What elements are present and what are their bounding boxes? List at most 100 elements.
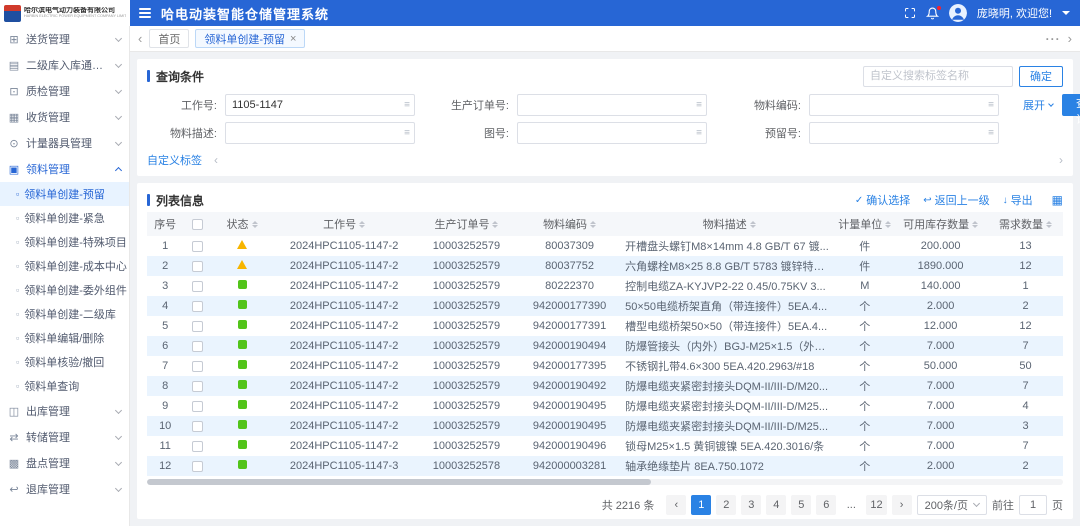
column-header[interactable]: 状态 — [212, 212, 273, 236]
sidebar-subitem[interactable]: ▫领料单创建-紧急 — [0, 206, 129, 230]
sort-icon[interactable] — [359, 221, 365, 228]
sidebar-item[interactable]: ⊡质检管理 — [0, 78, 129, 104]
material-desc-input[interactable] — [225, 122, 415, 144]
row-checkbox[interactable] — [192, 421, 203, 432]
row-checkbox[interactable] — [192, 441, 203, 452]
custom-tag-name-input[interactable] — [863, 66, 1013, 87]
sort-icon[interactable] — [750, 221, 756, 228]
filter-icon[interactable]: ≡ — [696, 128, 702, 139]
filter-icon[interactable]: ≡ — [696, 100, 702, 111]
row-checkbox[interactable] — [192, 401, 203, 412]
tabs-scroll-right-icon[interactable]: › — [1068, 32, 1072, 45]
row-checkbox[interactable] — [192, 321, 203, 332]
prev-page-icon[interactable]: ‹ — [666, 495, 686, 515]
page-button[interactable]: 12 — [866, 495, 886, 515]
close-tab-icon[interactable]: × — [290, 33, 296, 45]
avatar[interactable] — [949, 4, 967, 22]
filter-icon[interactable]: ≡ — [988, 100, 994, 111]
sidebar-subitem[interactable]: ▫领料单创建-预留 — [0, 182, 129, 206]
sort-icon[interactable] — [492, 221, 498, 228]
row-checkbox[interactable] — [192, 281, 203, 292]
page-button[interactable]: 3 — [741, 495, 761, 515]
sidebar-item[interactable]: ▩盘点管理 — [0, 450, 129, 476]
next-page-icon[interactable]: › — [892, 495, 912, 515]
column-header[interactable]: 可用库存数量 — [893, 212, 988, 236]
sort-icon[interactable] — [1046, 221, 1052, 228]
filter-icon[interactable]: ≡ — [988, 128, 994, 139]
tags-scroll-left-icon[interactable]: ‹ — [214, 154, 218, 166]
sort-icon[interactable] — [252, 221, 258, 228]
sidebar-subitem[interactable]: ▫领料单创建-成本中心 — [0, 254, 129, 278]
column-header[interactable]: 需求数量 — [988, 212, 1063, 236]
fullscreen-icon[interactable] — [904, 7, 916, 19]
row-checkbox[interactable] — [192, 381, 203, 392]
drawing-no-input[interactable] — [517, 122, 707, 144]
row-checkbox[interactable] — [192, 361, 203, 372]
row-checkbox[interactable] — [192, 261, 203, 272]
confirm-button[interactable]: 确定 — [1019, 66, 1063, 87]
row-checkbox[interactable] — [192, 241, 203, 252]
table-row: 72024HPC1105-1147-2100032525799420001773… — [147, 356, 1063, 376]
column-header[interactable]: 物料编码 — [517, 212, 622, 236]
doc-icon: ▫ — [16, 309, 19, 319]
sort-icon[interactable] — [885, 221, 891, 228]
tab[interactable]: 领料单创建-预留× — [195, 29, 305, 48]
select-all-checkbox[interactable] — [192, 219, 203, 230]
tags-scroll-right-icon[interactable]: › — [1059, 154, 1063, 166]
sidebar-collapse-icon[interactable] — [139, 8, 151, 18]
sidebar-item[interactable]: ▣领料管理 — [0, 156, 129, 182]
page-button[interactable]: 5 — [791, 495, 811, 515]
row-checkbox[interactable] — [192, 341, 203, 352]
row-checkbox[interactable] — [192, 461, 203, 472]
column-header[interactable]: 物料描述 — [622, 212, 836, 236]
notification-bell-icon[interactable] — [926, 7, 939, 20]
user-menu-chevron-down-icon[interactable] — [1062, 11, 1070, 19]
sort-icon[interactable] — [972, 221, 978, 228]
confirm-select-button[interactable]: ✓确认选择 — [855, 192, 910, 208]
sidebar-item[interactable]: ⇄转储管理 — [0, 424, 129, 450]
material-code-input[interactable] — [809, 94, 999, 116]
production-order-no-input[interactable] — [517, 94, 707, 116]
sidebar-subitem[interactable]: ▫领料单创建-二级库 — [0, 302, 129, 326]
page-button[interactable]: 2 — [716, 495, 736, 515]
sidebar-item[interactable]: ⊙计量器具管理 — [0, 130, 129, 156]
sidebar-item[interactable]: ↩退库管理 — [0, 476, 129, 502]
tabs-more-icon[interactable]: ··· — [1046, 32, 1061, 46]
work-no-input[interactable] — [225, 94, 415, 116]
sidebar-subitem[interactable]: ▫领料单核验/撤回 — [0, 350, 129, 374]
custom-tag-link[interactable]: 自定义标签 — [147, 152, 202, 168]
filter-icon[interactable]: ≡ — [404, 100, 410, 111]
column-header[interactable]: 生产订单号 — [416, 212, 517, 236]
reservation-no-input[interactable] — [809, 122, 999, 144]
expand-toggle-link[interactable]: 展开 — [1023, 97, 1053, 113]
column-header[interactable]: 工作号 — [272, 212, 416, 236]
column-header-label: 物料描述 — [703, 216, 747, 232]
goto-page-input[interactable] — [1019, 495, 1047, 515]
chevron-down-icon — [115, 406, 122, 413]
back-button[interactable]: ↩返回上一级 — [923, 192, 989, 208]
sidebar-subitem[interactable]: ▫领料单查询 — [0, 374, 129, 398]
page-button[interactable]: 6 — [816, 495, 836, 515]
list-panel: 列表信息 ✓确认选择↩返回上一级↓导出 ▦ 序号状态工作号生产订单号物料编码物料… — [137, 183, 1073, 519]
sidebar-subitem[interactable]: ▫领料单编辑/删除 — [0, 326, 129, 350]
sidebar-subitem[interactable]: ▫领料单创建-委外组件 — [0, 278, 129, 302]
sidebar-subitem[interactable]: ▫领料单创建-特殊项目 — [0, 230, 129, 254]
row-checkbox[interactable] — [192, 301, 203, 312]
filter-icon[interactable]: ≡ — [404, 128, 410, 139]
horizontal-scrollbar[interactable] — [147, 479, 651, 485]
page-button[interactable]: 4 — [766, 495, 786, 515]
sidebar-item[interactable]: ⊞送货管理 — [0, 26, 129, 52]
tab[interactable]: 首页 — [149, 29, 189, 48]
export-button[interactable]: ↓导出 — [1003, 192, 1033, 208]
page-button[interactable]: 1 — [691, 495, 711, 515]
sidebar-item[interactable]: ▤二级库入库通知单 — [0, 52, 129, 78]
tabs-scroll-left-icon[interactable]: ‹ — [138, 32, 142, 45]
table-row: 52024HPC1105-1147-2100032525799420001773… — [147, 316, 1063, 336]
sidebar-item[interactable]: ◫出库管理 — [0, 398, 129, 424]
search-button[interactable]: 查询 — [1062, 94, 1080, 116]
columns-settings-icon[interactable]: ▦ — [1052, 193, 1063, 207]
sidebar-item[interactable]: ▦收货管理 — [0, 104, 129, 130]
column-header[interactable]: 计量单位 — [836, 212, 893, 236]
page-size-select[interactable]: 200条/页 — [917, 495, 987, 515]
sort-icon[interactable] — [590, 221, 596, 228]
